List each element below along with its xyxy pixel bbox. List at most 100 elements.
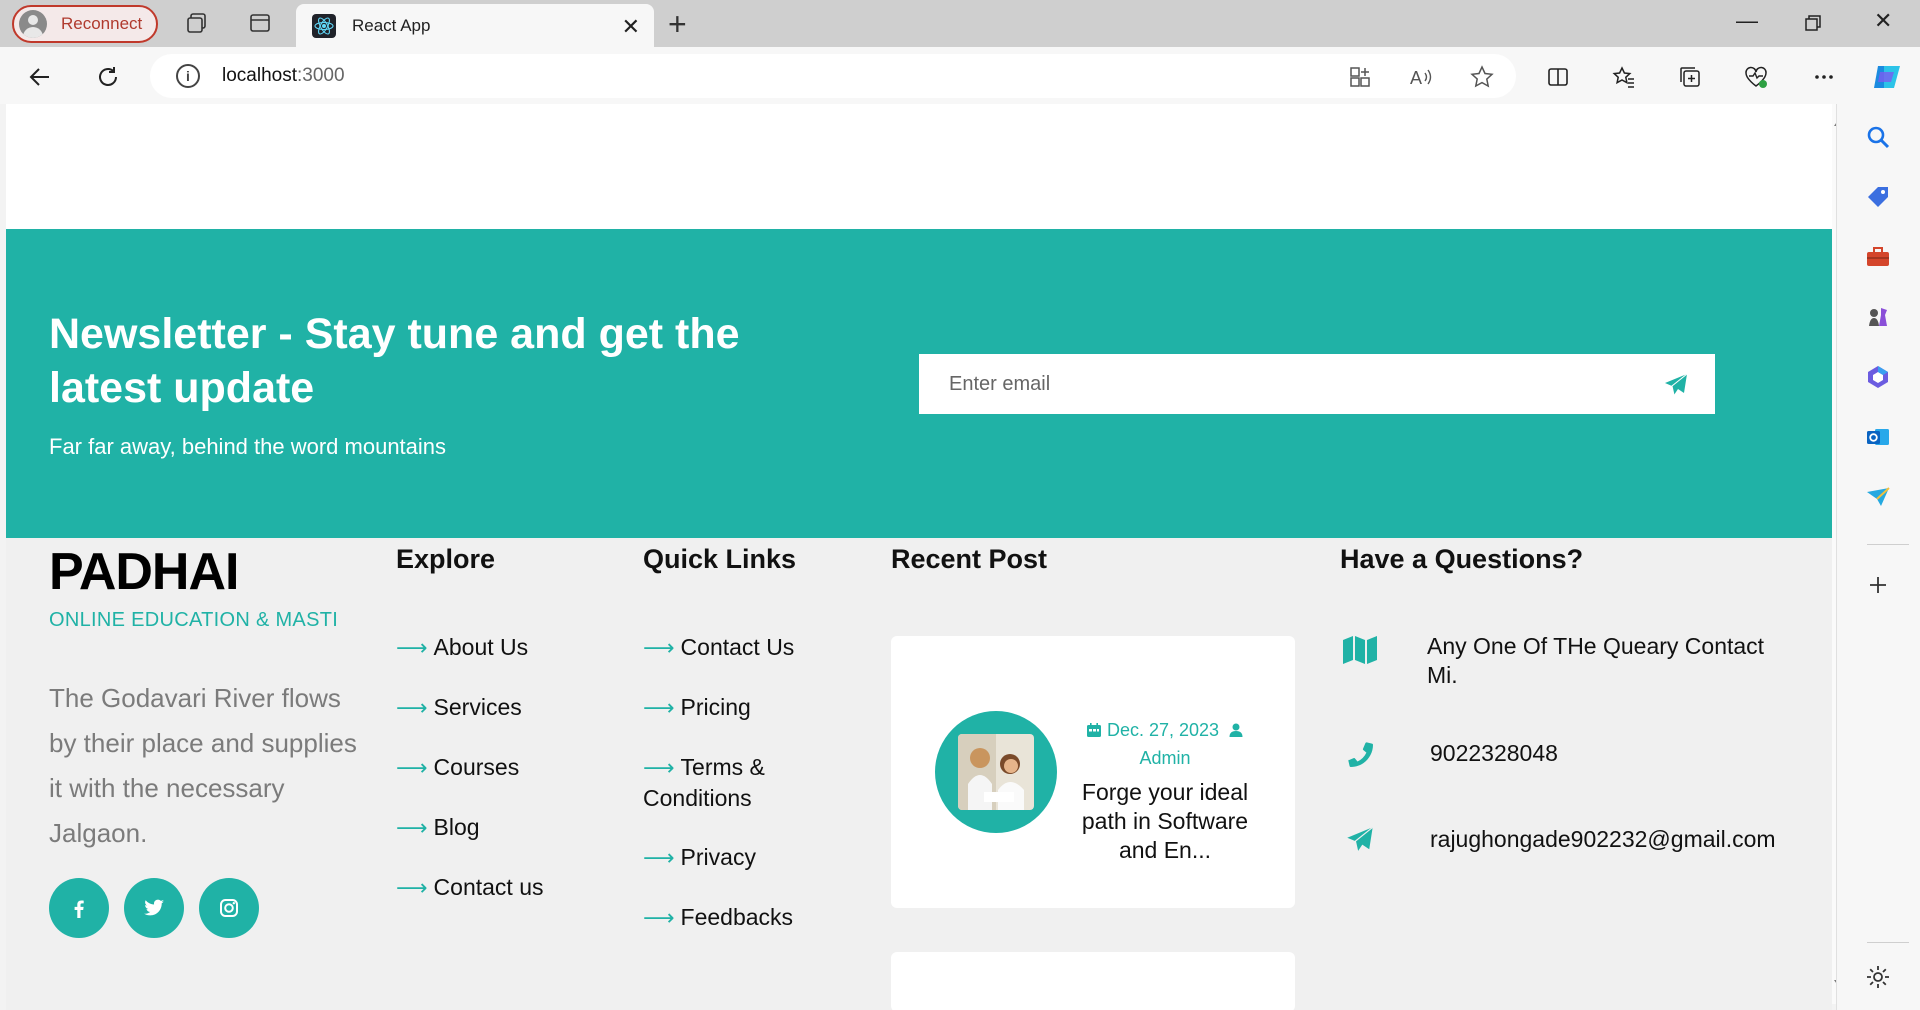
svg-text:A: A [1410, 68, 1422, 88]
newsletter-title: Newsletter - Stay tune and get the lates… [49, 310, 740, 412]
send-paper-plane-icon[interactable] [1663, 372, 1689, 398]
address-toolbar: i localhost:3000 A [0, 47, 1920, 104]
url-field[interactable]: i localhost:3000 [150, 54, 1516, 98]
close-tab-icon[interactable]: ✕ [622, 14, 640, 40]
copilot-icon[interactable] [1870, 60, 1904, 94]
restore-window-icon[interactable] [1804, 12, 1822, 38]
arrow-icon: ⟶ [643, 845, 675, 870]
footer-link-about-us[interactable]: ⟶ About Us [396, 632, 528, 663]
footer-link-contact-us[interactable]: ⟶ Contact us [396, 872, 544, 903]
questions-heading: Have a Questions? [1340, 544, 1584, 574]
quick-links-heading: Quick Links [643, 544, 797, 574]
quick-link-pricing[interactable]: ⟶ Pricing [643, 692, 751, 723]
more-options-icon[interactable] [1810, 63, 1838, 91]
close-window-icon[interactable]: ✕ [1874, 8, 1892, 34]
back-arrow-icon[interactable] [26, 63, 54, 91]
post-author[interactable]: Admin [1139, 748, 1190, 768]
arrow-icon: ⟶ [643, 905, 675, 930]
arrow-icon: ⟶ [396, 695, 428, 720]
contact-email[interactable]: rajughongade902232@gmail.com [1430, 825, 1776, 854]
tools-briefcase-icon[interactable] [1863, 242, 1893, 272]
arrow-icon: ⟶ [643, 755, 675, 780]
react-logo-icon [312, 13, 336, 38]
collections-icon[interactable] [1676, 63, 1704, 91]
browser-essentials-icon[interactable] [1742, 63, 1770, 91]
quick-link-feedbacks[interactable]: ⟶ Feedbacks [643, 902, 793, 933]
app-available-icon[interactable] [1346, 63, 1374, 91]
footer-about-text: The Godavari River flows by their place … [49, 683, 357, 848]
instagram-button[interactable] [199, 878, 259, 938]
facebook-button[interactable] [49, 878, 109, 938]
post-date[interactable]: Dec. 27, 2023 [1107, 720, 1219, 740]
arrow-icon: ⟶ [643, 695, 675, 720]
outlook-icon[interactable] [1863, 422, 1893, 452]
quick-link-terms[interactable]: ⟶ Terms & Conditions [643, 752, 793, 813]
arrow-icon: ⟶ [396, 635, 428, 660]
tab-title: React App [352, 15, 431, 35]
sidebar-divider [1867, 544, 1909, 545]
edge-sidebar [1836, 104, 1920, 1010]
arrow-icon: ⟶ [643, 635, 675, 660]
vertical-tabs-icon[interactable] [247, 10, 273, 36]
reconnect-label: Reconnect [61, 14, 143, 33]
search-icon[interactable] [1863, 122, 1893, 152]
send-drop-icon[interactable] [1863, 482, 1893, 512]
footer-link-courses[interactable]: ⟶ Courses [396, 752, 519, 783]
recent-post-card[interactable]: Dec. 27, 2023 Admin Forge your ideal pat… [891, 636, 1295, 908]
paper-plane-icon [1340, 820, 1380, 860]
sidebar-divider [1867, 942, 1909, 943]
refresh-icon[interactable] [94, 63, 122, 91]
post-meta: Dec. 27, 2023 Admin [1065, 716, 1265, 772]
explore-heading: Explore [396, 544, 496, 574]
recent-post-card-2[interactable] [891, 952, 1295, 1010]
minimize-window-icon[interactable]: — [1736, 8, 1758, 34]
url-port: :3000 [297, 65, 345, 86]
post-thumbnail[interactable] [935, 711, 1057, 833]
tab-react-app[interactable]: React App ✕ [296, 4, 654, 47]
quick-link-contact-us[interactable]: ⟶ Contact Us [643, 632, 794, 663]
newsletter-form [919, 354, 1715, 414]
footer-link-services[interactable]: ⟶ Services [396, 692, 522, 723]
settings-gear-icon[interactable] [1863, 962, 1893, 992]
instagram-icon [220, 899, 238, 917]
footer-brand[interactable]: PADHAI [49, 542, 239, 602]
recent-post-heading: Recent Post [891, 544, 1048, 574]
favorites-icon[interactable] [1610, 63, 1638, 91]
map-icon [1340, 630, 1380, 670]
twitter-button[interactable] [124, 878, 184, 938]
arrow-icon: ⟶ [396, 875, 428, 900]
students-photo [958, 734, 1034, 810]
reconnect-button[interactable]: Reconnect [12, 5, 158, 43]
user-icon [1229, 723, 1243, 737]
quick-link-privacy[interactable]: ⟶ Privacy [643, 842, 756, 873]
shopping-tag-icon[interactable] [1863, 182, 1893, 212]
calendar-icon [1086, 723, 1101, 737]
contact-phone[interactable]: 9022328048 [1430, 739, 1558, 768]
phone-icon [1340, 734, 1380, 774]
facebook-icon [74, 900, 84, 918]
footer-tagline: ONLINE EDUCATION & MASTI [49, 609, 339, 631]
page-viewport: Newsletter - Stay tune and get the lates… [6, 104, 1832, 1010]
games-chess-icon[interactable] [1863, 302, 1893, 332]
add-sidebar-app-icon[interactable] [1863, 570, 1893, 600]
newsletter-email-input[interactable] [947, 364, 1647, 404]
arrow-icon: ⟶ [396, 815, 428, 840]
favorite-star-icon[interactable] [1468, 63, 1496, 91]
read-aloud-icon[interactable]: A [1408, 63, 1436, 91]
page-top-area [6, 104, 1832, 229]
tab-bar: Reconnect React App ✕ + — ✕ [0, 0, 1920, 47]
site-info-icon[interactable]: i [176, 64, 200, 88]
new-tab-button[interactable]: + [668, 6, 687, 43]
microsoft-365-icon[interactable] [1863, 362, 1893, 392]
newsletter-section: Newsletter - Stay tune and get the lates… [6, 229, 1832, 538]
site-footer: PADHAI ONLINE EDUCATION & MASTI The Goda… [6, 538, 1832, 1010]
footer-link-blog[interactable]: ⟶ Blog [396, 812, 480, 843]
split-screen-icon[interactable] [1544, 63, 1572, 91]
workspaces-icon[interactable] [184, 10, 210, 36]
url-host: localhost [222, 65, 297, 86]
arrow-icon: ⟶ [396, 755, 428, 780]
contact-address: Any One Of THe Queary Contact Mi. [1427, 633, 1765, 688]
newsletter-subtitle: Far far away, behind the word mountains [49, 434, 447, 459]
profile-avatar-icon [19, 10, 47, 38]
post-title[interactable]: Forge your ideal path in Software and En… [1065, 778, 1265, 865]
